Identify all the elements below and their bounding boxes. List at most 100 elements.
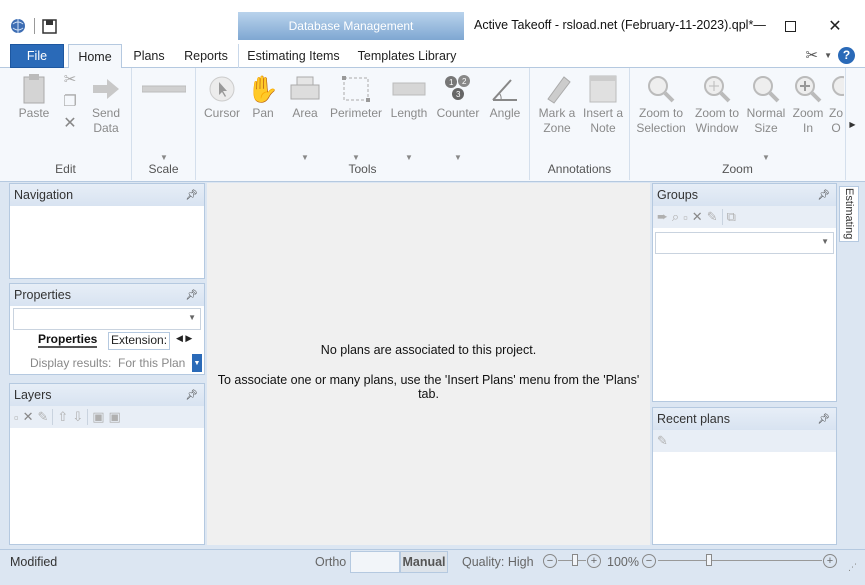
save-as-layer-icon[interactable]: ▣ xyxy=(109,409,121,425)
perimeter-label: Perimeter xyxy=(329,106,382,120)
copy-icon[interactable]: ⧉ xyxy=(727,209,736,225)
save-layer-icon[interactable]: ▣ xyxy=(92,409,104,425)
ortho-value-box[interactable] xyxy=(350,551,400,573)
zoom-to-selection-button[interactable]: Zoom to Selection xyxy=(632,72,690,136)
highlighter-icon xyxy=(534,72,580,106)
tab-estimating-items[interactable]: Estimating Items xyxy=(238,44,348,68)
arrow-right-icon[interactable]: ➨ xyxy=(657,209,668,225)
edit-icon[interactable]: ✎ xyxy=(657,433,668,449)
delete-layer-icon[interactable]: ✕ xyxy=(23,409,34,425)
database-management-context-tab[interactable]: Database Management xyxy=(238,12,464,40)
quality-plus-icon[interactable]: + xyxy=(587,554,601,568)
zoom-selection-icon xyxy=(632,72,690,106)
zsel-label-2: Selection xyxy=(636,121,686,135)
copy-icon[interactable]: ❐ xyxy=(58,94,82,116)
options-dropdown-icon[interactable]: ▼ xyxy=(824,51,832,60)
navigation-panel: Navigation 📌︎ xyxy=(9,183,205,279)
pan-button[interactable]: ✋ Pan xyxy=(244,72,282,121)
help-icon[interactable]: ? xyxy=(838,46,855,64)
insert-note-button[interactable]: Insert a Note xyxy=(580,72,626,136)
chevron-down-icon: ▼ xyxy=(188,313,196,322)
pin-icon[interactable]: 📌︎ xyxy=(817,190,830,201)
tab-home[interactable]: Home xyxy=(68,44,122,69)
title-bar: Database Management Active Takeoff - rsl… xyxy=(0,0,865,42)
display-results-value[interactable]: For this Plan xyxy=(118,356,185,370)
counter-label: Counter xyxy=(436,106,480,120)
properties-title: Properties xyxy=(14,288,71,302)
pin-icon[interactable]: 📌︎ xyxy=(185,290,198,301)
estimating-side-tab[interactable]: Estimating xyxy=(839,186,859,242)
cut-icon[interactable]: ✂ xyxy=(58,72,82,94)
edit-layer-icon[interactable]: ✎ xyxy=(38,409,49,425)
tab-scroll-arrows[interactable]: ◀ ▶ xyxy=(176,333,192,344)
zoom-to-window-button[interactable]: Zoom to Window xyxy=(692,72,742,136)
scroll-icon[interactable]: ▼ xyxy=(192,354,202,372)
tab-templates-library[interactable]: Templates Library xyxy=(352,44,462,68)
quality-slider-thumb[interactable] xyxy=(572,554,578,566)
search-icon[interactable]: ⌕ xyxy=(672,209,679,225)
zoom-in-button[interactable]: Zoom In xyxy=(790,72,826,136)
cursor-button[interactable]: Cursor xyxy=(202,72,242,121)
ribbon-scroll-right[interactable]: ▶ xyxy=(845,68,859,180)
properties-panel: Properties 📌︎ ▼ Properties Extension: ◀ ▶… xyxy=(9,283,205,375)
ribbon-right-tools: ✂ ▼ ? xyxy=(806,46,855,64)
minimize-button[interactable]: — xyxy=(753,18,766,32)
close-button[interactable]: ✕ xyxy=(815,12,855,40)
insert-label-1: Insert a xyxy=(582,106,624,120)
pin-icon[interactable]: 📌︎ xyxy=(817,414,830,425)
plan-canvas[interactable]: No plans are associated to this project.… xyxy=(207,183,650,545)
zoom-out-icon xyxy=(828,72,844,106)
zoom-plus-icon[interactable]: + xyxy=(823,554,837,568)
app-globe-icon[interactable] xyxy=(10,18,26,34)
edit-icon[interactable]: ✎ xyxy=(707,209,718,225)
move-up-icon[interactable]: ⇧ xyxy=(57,409,68,425)
properties-tabs: Properties Extension: ◀ ▶ xyxy=(10,330,204,352)
window-title-text: Active Takeoff - rsload.net (February-11… xyxy=(474,18,754,32)
tab-plans[interactable]: Plans xyxy=(126,44,172,68)
ortho-toggle[interactable]: Ortho xyxy=(315,555,346,569)
groups-select[interactable]: ▼ xyxy=(655,232,834,254)
resize-grip-icon[interactable]: ⋰ xyxy=(848,562,857,573)
send-data-button[interactable]: Send Data xyxy=(84,72,128,136)
delete-icon[interactable]: ✕ xyxy=(58,116,82,138)
maximize-button[interactable] xyxy=(770,12,810,40)
zoom-minus-icon[interactable]: − xyxy=(642,554,656,568)
display-results-label: Display results: xyxy=(30,356,112,370)
mark-zone-button[interactable]: Mark a Zone xyxy=(534,72,580,136)
ribbon-group-zoom: Zoom to Selection Zoom to Window Normal … xyxy=(630,68,845,180)
tab-extensions[interactable]: Extension: xyxy=(108,332,170,350)
pin-icon[interactable]: 📌︎ xyxy=(185,190,198,201)
perimeter-button[interactable]: Perimeter ▼ xyxy=(328,72,384,162)
scale-button[interactable]: ▼ xyxy=(140,72,188,162)
length-label: Length xyxy=(390,106,428,120)
zoom-slider-thumb[interactable] xyxy=(706,554,712,566)
tab-properties[interactable]: Properties xyxy=(38,332,98,348)
angle-button[interactable]: Angle xyxy=(484,72,526,121)
manual-mode-button[interactable]: Manual xyxy=(400,551,448,573)
paste-button[interactable]: Paste xyxy=(12,72,56,121)
quality-minus-icon[interactable]: − xyxy=(543,554,557,568)
zoom-out-button[interactable]: Zo O xyxy=(828,72,844,136)
properties-select[interactable]: ▼ xyxy=(13,308,201,330)
tab-file[interactable]: File xyxy=(10,44,64,68)
select-icon[interactable]: ▫ xyxy=(683,210,688,225)
area-button[interactable]: Area ▼ xyxy=(284,72,326,162)
tab-reports[interactable]: Reports xyxy=(178,44,234,68)
edit-group-label: Edit xyxy=(55,162,76,176)
paste-label: Paste xyxy=(18,106,50,120)
save-icon[interactable] xyxy=(41,18,57,34)
quality-status[interactable]: Quality: High xyxy=(462,555,534,569)
delete-icon[interactable]: ✕ xyxy=(692,209,703,225)
normal-size-icon xyxy=(744,72,788,106)
tools-wrench-icon[interactable]: ✂ xyxy=(806,46,819,64)
layers-panel: Layers 📌︎ ▫ ✕ ✎ ⇧ ⇩ ▣ ▣ xyxy=(9,383,205,545)
normal-size-button[interactable]: Normal Size ▼ xyxy=(744,72,788,162)
zsel-label-1: Zoom to xyxy=(638,106,683,120)
ribbon-group-annotations: Mark a Zone Insert a Note Annotations xyxy=(530,68,630,180)
send-arrow-icon xyxy=(84,72,128,106)
add-layer-icon[interactable]: ▫ xyxy=(14,410,19,425)
length-button[interactable]: Length ▼ xyxy=(386,72,432,162)
move-down-icon[interactable]: ⇩ xyxy=(72,409,83,425)
counter-button[interactable]: 123 Counter ▼ xyxy=(434,72,482,162)
pin-icon[interactable]: 📌︎ xyxy=(185,390,198,401)
